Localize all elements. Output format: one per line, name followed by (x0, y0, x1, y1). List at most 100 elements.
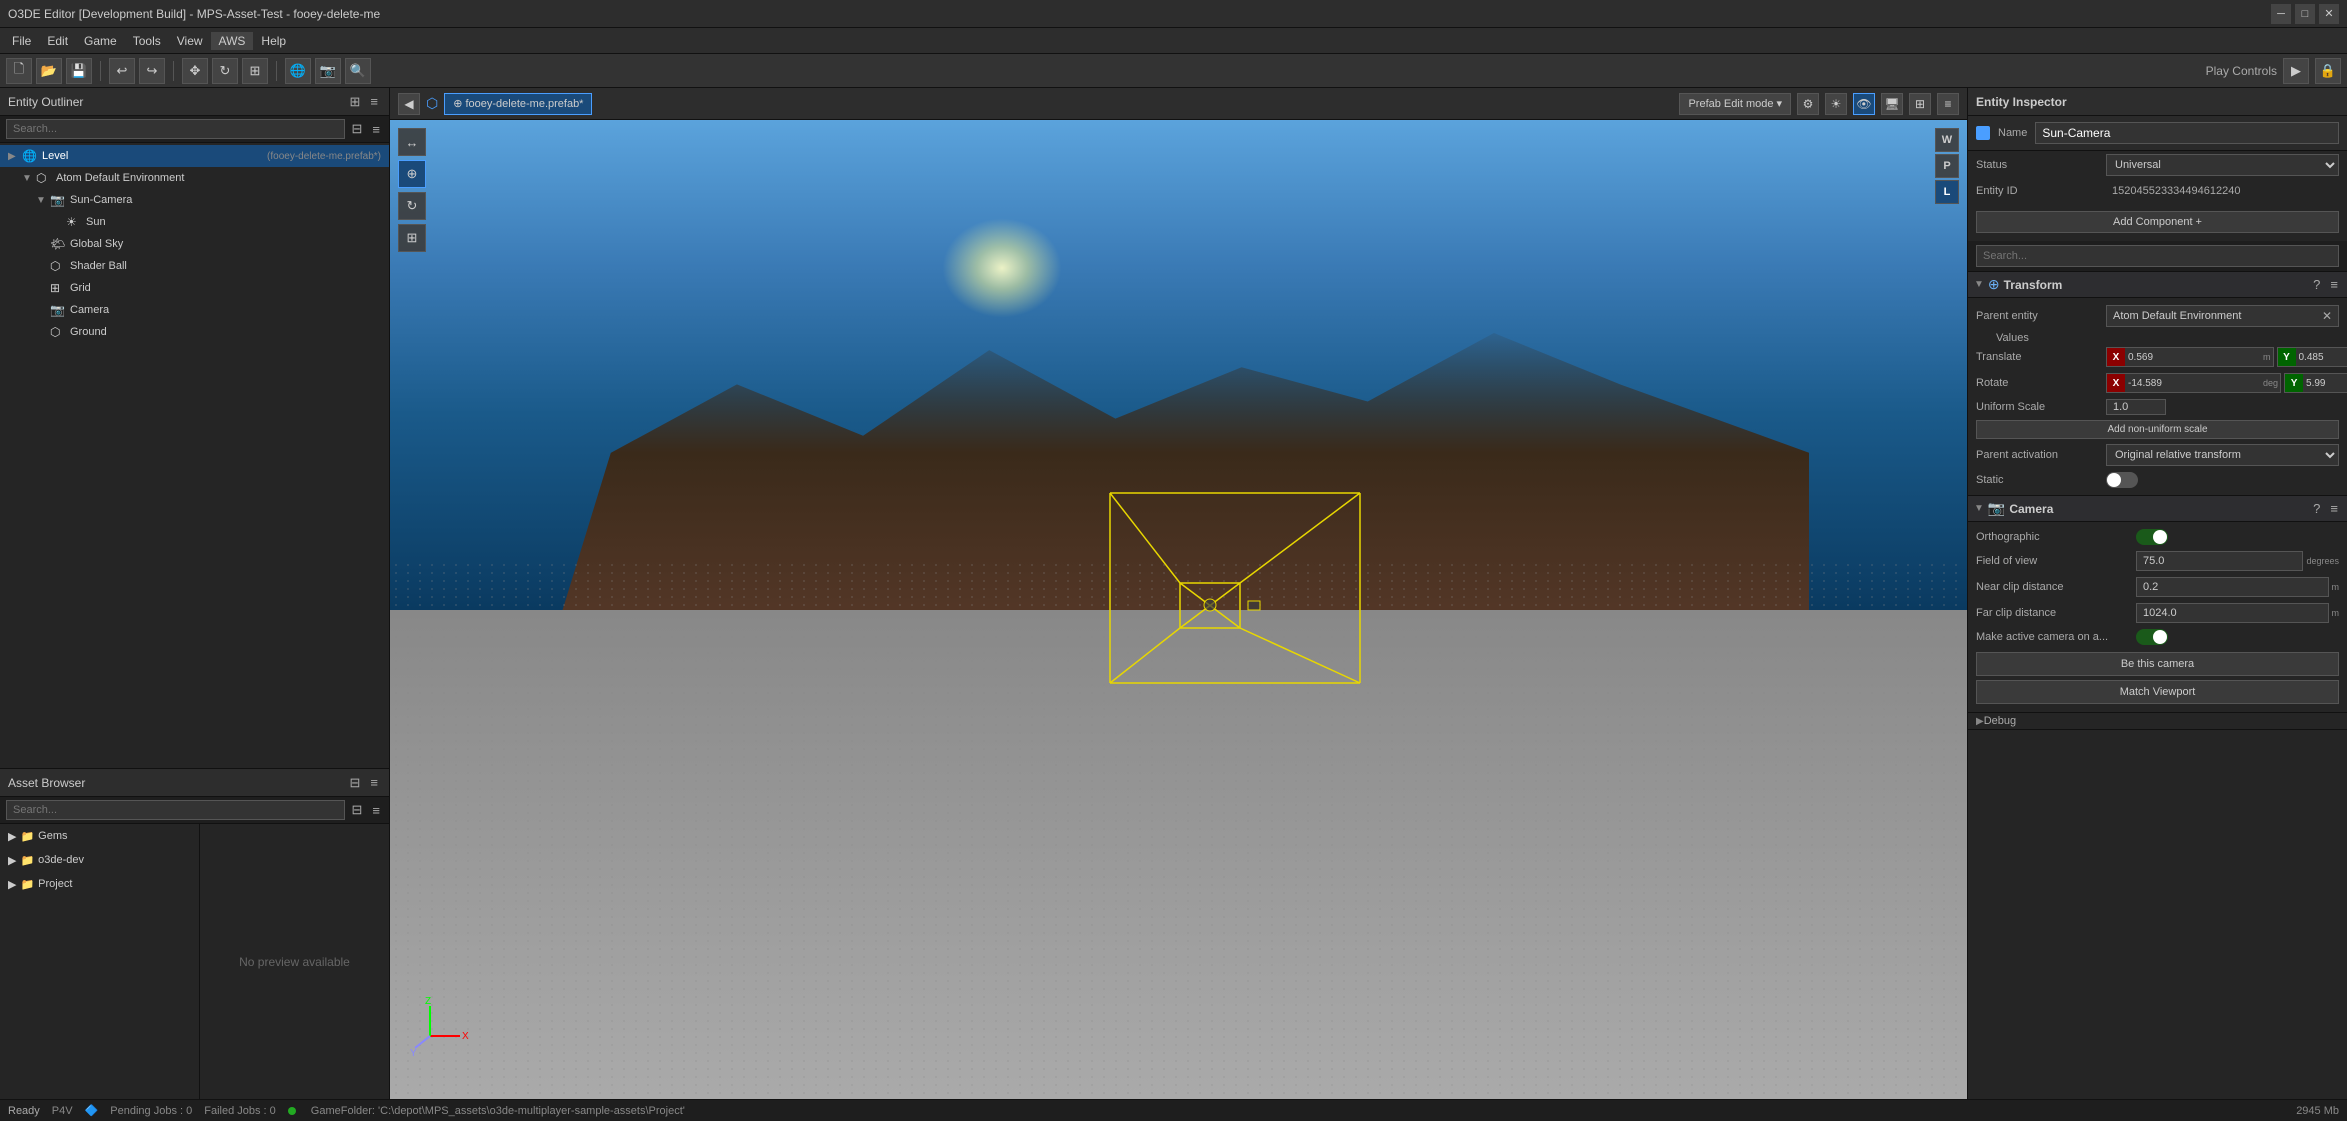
toolbar-save[interactable]: 💾 (66, 58, 92, 84)
menu-file[interactable]: File (4, 32, 39, 50)
add-non-uniform-btn[interactable]: Add non-uniform scale (1976, 420, 2339, 439)
menu-view[interactable]: View (169, 32, 211, 50)
inspector-search-input[interactable] (1976, 245, 2339, 267)
make-active-toggle[interactable] (2136, 629, 2168, 645)
toolbar-redo[interactable]: ↪ (139, 58, 165, 84)
menu-help[interactable]: Help (253, 32, 294, 50)
parent-activation-dropdown[interactable]: Original relative transform (2106, 444, 2339, 466)
status-dropdown[interactable]: Universal (2106, 154, 2339, 176)
outliner-search-filter[interactable]: ⊟ (349, 120, 366, 138)
folder-gems[interactable]: ▶ 📁 Gems (0, 824, 199, 848)
w-btn[interactable]: W (1935, 128, 1959, 152)
tool-scale[interactable]: ⊞ (398, 224, 426, 252)
toolbar-move[interactable]: ✥ (182, 58, 208, 84)
vp-btn-display[interactable]: 🖥 (1881, 93, 1903, 115)
tree-item-camera[interactable]: ▶ 📷 Camera 📌 (0, 299, 389, 321)
transform-header[interactable]: ▼ ⊕ Transform ? ≡ (1968, 272, 2347, 298)
minimize-button[interactable]: ─ (2271, 4, 2291, 24)
tree-item-global-sky[interactable]: ▶ 🌤 Global Sky (0, 233, 389, 255)
translate-y-input[interactable] (2296, 352, 2347, 363)
match-viewport-button[interactable]: Match Viewport (1976, 680, 2339, 704)
tree-item-grid[interactable]: ▶ ⊞ Grid (0, 277, 389, 299)
debug-collapse-icon: ▶ (1976, 716, 1984, 727)
tree-item-level[interactable]: ▶ 🌐 Level (fooey-delete-me.prefab*) (0, 145, 389, 167)
toolbar-new[interactable]: 🗋 (6, 58, 32, 84)
close-button[interactable]: ✕ (2319, 4, 2339, 24)
debug-header[interactable]: ▶ Debug (1968, 713, 2347, 729)
asset-search-filter-btn[interactable]: ⊟ (349, 801, 366, 819)
asset-search-input[interactable] (6, 800, 345, 820)
play-button[interactable]: ▶ (2283, 58, 2309, 84)
toolbar-undo[interactable]: ↩ (109, 58, 135, 84)
parent-entity-clear-btn[interactable]: ✕ (2322, 309, 2332, 323)
menu-edit[interactable]: Edit (39, 32, 76, 50)
camera-pin-btn[interactable]: 📌 (363, 301, 385, 319)
viewport-panel: ◀ ⬡ ⊕ fooey-delete-me.prefab* Prefab Edi… (390, 88, 1967, 1099)
tool-select[interactable]: ↔ (398, 128, 426, 156)
toolbar-separator-2 (173, 61, 174, 81)
toolbar-open[interactable]: 📂 (36, 58, 62, 84)
toolbar-scale[interactable]: ⊞ (242, 58, 268, 84)
vp-btn-2[interactable]: ☀ (1825, 93, 1847, 115)
toolbar: 🗋 📂 💾 ↩ ↪ ✥ ↻ ⊞ 🌐 📷 🔍 Play Controls ▶ 🔒 (0, 54, 2347, 88)
transform-menu-btn[interactable]: ≡ (2327, 276, 2341, 293)
entity-name-input[interactable] (2035, 122, 2339, 144)
folder-o3de-dev[interactable]: ▶ 📁 o3de-dev (0, 848, 199, 872)
tree-item-sun[interactable]: ▶ ☀ Sun (0, 211, 389, 233)
maximize-button[interactable]: □ (2295, 4, 2315, 24)
translate-x-input[interactable] (2125, 352, 2263, 363)
atom-add-btn[interactable]: + (371, 169, 385, 187)
outliner-filter-btn[interactable]: ⊞ (347, 93, 364, 111)
camera-help-btn[interactable]: ? (2310, 500, 2323, 517)
sun-camera-pin-btn[interactable]: 📌 (347, 191, 369, 209)
toolbar-search[interactable]: 🔍 (345, 58, 371, 84)
p-btn[interactable]: P (1935, 154, 1959, 178)
toolbar-camera[interactable]: 📷 (315, 58, 341, 84)
uniform-scale-input[interactable] (2106, 399, 2166, 415)
orthographic-toggle[interactable] (2136, 529, 2168, 545)
lock-button[interactable]: 🔒 (2315, 58, 2341, 84)
fov-input[interactable] (2136, 551, 2303, 571)
viewport-back-btn[interactable]: ◀ (398, 93, 420, 115)
static-toggle[interactable] (2106, 472, 2138, 488)
atom-pin-btn[interactable]: 📌 (347, 169, 369, 187)
status-build: P4V (52, 1105, 73, 1117)
add-component-button[interactable]: Add Component + (1976, 211, 2339, 233)
sun-camera-add-btn[interactable]: + (371, 191, 385, 209)
folder-arrow-gems: ▶ (8, 830, 16, 843)
be-this-camera-button[interactable]: Be this camera (1976, 652, 2339, 676)
toolbar-globe[interactable]: 🌐 (285, 58, 311, 84)
vp-btn-aspect[interactable]: ⊞ (1909, 93, 1931, 115)
outliner-search-options[interactable]: ≡ (369, 121, 383, 138)
near-clip-input[interactable] (2136, 577, 2329, 597)
folder-project[interactable]: ▶ 📁 Project (0, 872, 199, 896)
tool-rotate[interactable]: ↻ (398, 192, 426, 220)
viewport-transform-tab[interactable]: ⊕ fooey-delete-me.prefab* (444, 93, 592, 115)
outliner-menu-btn[interactable]: ≡ (367, 93, 381, 111)
asset-filter-btn[interactable]: ⊟ (347, 774, 364, 792)
outliner-search-input[interactable] (6, 119, 345, 139)
asset-menu-btn[interactable]: ≡ (367, 774, 381, 792)
tree-item-shader-ball[interactable]: ▶ ⬡ Shader Ball (0, 255, 389, 277)
tree-item-atom-default[interactable]: ▼ ⬡ Atom Default Environment 📌 + (0, 167, 389, 189)
vp-btn-1[interactable]: ⚙ (1797, 93, 1819, 115)
toolbar-rotate[interactable]: ↻ (212, 58, 238, 84)
camera-menu-btn[interactable]: ≡ (2327, 500, 2341, 517)
menu-aws[interactable]: AWS (211, 32, 254, 50)
rotate-x-input[interactable] (2125, 378, 2263, 389)
vp-btn-camera[interactable]: 👁 (1853, 93, 1875, 115)
transform-help-btn[interactable]: ? (2310, 276, 2323, 293)
menu-game[interactable]: Game (76, 32, 125, 50)
tree-item-ground[interactable]: ▶ ⬡ Ground (0, 321, 389, 343)
l-btn[interactable]: L (1935, 180, 1959, 204)
tree-item-sun-camera[interactable]: ▼ 📷 Sun-Camera 📌 + (0, 189, 389, 211)
tool-transform[interactable]: ⊕ (398, 160, 426, 188)
menu-tools[interactable]: Tools (125, 32, 169, 50)
prefab-mode-btn[interactable]: Prefab Edit mode ▾ (1679, 93, 1791, 115)
viewport-canvas[interactable]: ↔ ⊕ ↻ ⊞ W P L X Z Y (390, 120, 1967, 1099)
far-clip-input[interactable] (2136, 603, 2329, 623)
rotate-y-input[interactable] (2303, 378, 2347, 389)
camera-component-header[interactable]: ▼ 📷 Camera ? ≡ (1968, 496, 2347, 522)
asset-search-options-btn[interactable]: ≡ (369, 802, 383, 819)
vp-btn-menu[interactable]: ≡ (1937, 93, 1959, 115)
